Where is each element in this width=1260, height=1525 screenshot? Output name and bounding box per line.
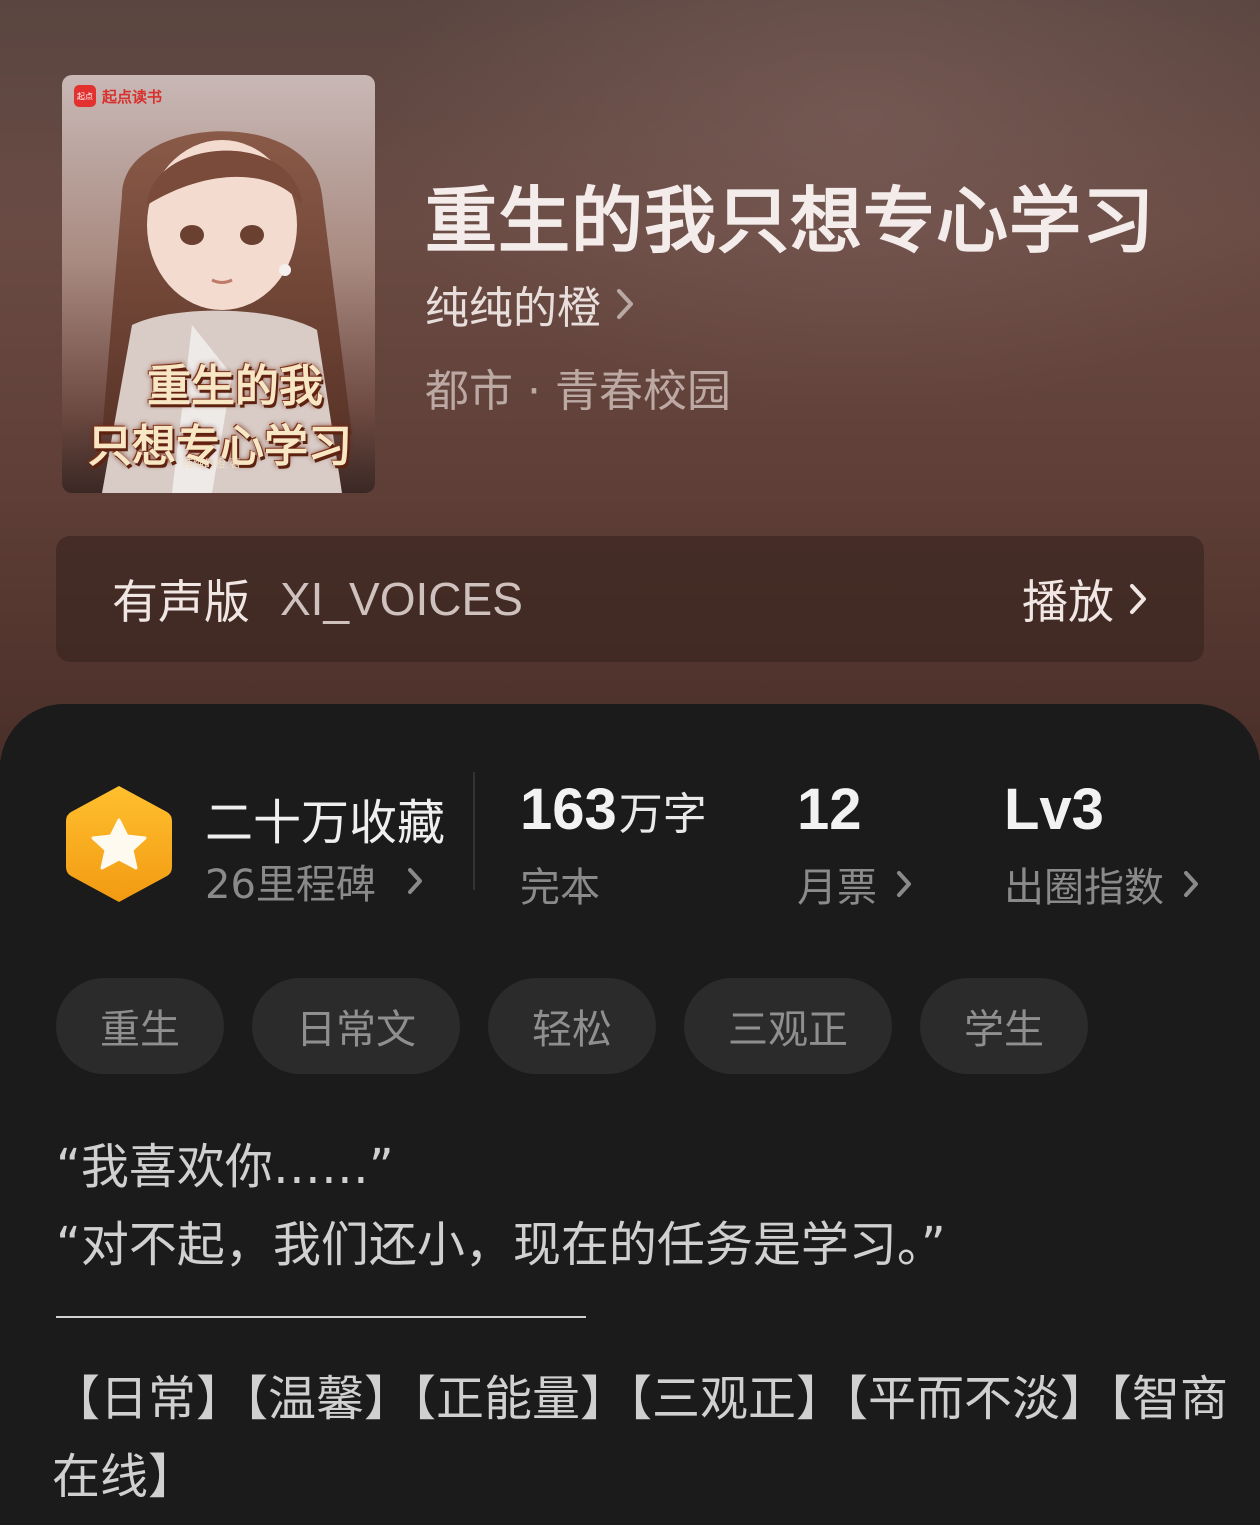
tag-chip[interactable]: 重生 — [56, 978, 224, 1074]
chevron-right-icon — [407, 868, 422, 894]
audio-voice: XI_VOICES — [280, 573, 523, 625]
book-cover[interactable]: 起点 起点读书 重生的我 只想专心学习 纯纯的橙 著 — [62, 75, 375, 493]
chevron-right-icon — [1184, 871, 1198, 897]
milestones-count: 26里程碑 — [205, 862, 376, 908]
popularity-level: Lv3 — [1004, 777, 1104, 842]
stats-divider — [473, 772, 475, 890]
cover-brand-text: 起点读书 — [102, 87, 163, 106]
audio-play-button[interactable]: 播放 — [1022, 566, 1148, 632]
popularity-index-stat[interactable]: Lv3 出圈指数 — [1004, 776, 1200, 913]
milestones-link[interactable]: 26里程碑 — [205, 852, 424, 910]
book-description: “我喜欢你……” “对不起，我们还小，现在的任务是学习。” — [56, 1128, 1206, 1284]
book-genre[interactable]: 都市 · 青春校园 — [425, 355, 731, 419]
audio-version-bar[interactable]: 有声版 XI_VOICES 播放 — [56, 536, 1204, 662]
book-title: 重生的我只想专心学习 — [425, 178, 1156, 263]
description-line: “对不起，我们还小，现在的任务是学习。” — [56, 1217, 946, 1273]
author-link[interactable]: 纯纯的橙 — [425, 272, 635, 336]
tag-chip[interactable]: 日常文 — [252, 978, 460, 1074]
word-count-number: 163 — [520, 777, 617, 842]
audio-label: 有声版 — [112, 575, 250, 629]
monthly-votes-stat[interactable]: 12 月票 — [797, 776, 913, 913]
star-badge-icon[interactable] — [62, 782, 176, 906]
author-name: 纯纯的橙 — [425, 283, 601, 334]
description-divider — [56, 1316, 586, 1318]
chevron-right-icon — [617, 289, 633, 319]
cover-title-line1: 重生的我 — [147, 361, 323, 412]
word-count-unit: 万字 — [618, 789, 707, 840]
popularity-label: 出圈指数 — [1004, 865, 1164, 911]
word-count-stat: 163 万字 完本 — [520, 776, 707, 913]
chevron-right-icon — [1130, 584, 1146, 614]
cover-author: 纯纯的橙 著 — [182, 457, 241, 470]
tag-chip[interactable]: 三观正 — [684, 978, 892, 1074]
chevron-right-icon — [897, 871, 911, 897]
monthly-votes-label: 月票 — [797, 865, 877, 911]
collections-count: 二十万收藏 — [205, 795, 446, 851]
tag-chip[interactable]: 轻松 — [488, 978, 656, 1074]
cover-brand-badge: 起点 — [74, 85, 96, 107]
description-tagline: 【日常】【温馨】【正能量】【三观正】【平而不淡】【智商在线】 — [52, 1371, 1229, 1505]
audio-play-label: 播放 — [1022, 575, 1114, 629]
description-line: “我喜欢你……” — [56, 1139, 394, 1195]
tag-chip[interactable]: 学生 — [920, 978, 1088, 1074]
cover-brand: 起点 起点读书 — [74, 85, 162, 107]
monthly-votes-count: 12 — [797, 777, 862, 842]
completion-status: 完本 — [520, 865, 600, 911]
tag-list: 重生 日常文 轻松 三观正 学生 — [56, 978, 1088, 1074]
